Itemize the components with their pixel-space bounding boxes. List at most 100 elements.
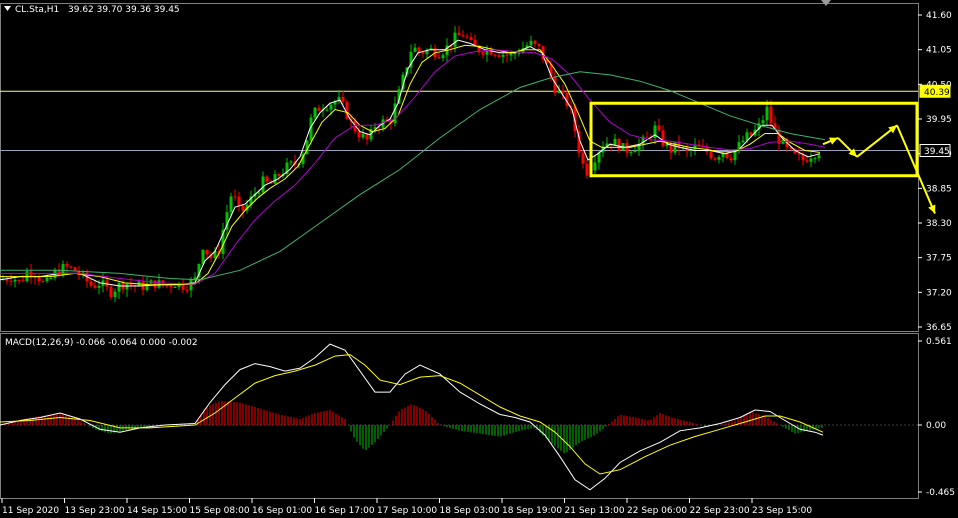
candle-body [581,152,585,164]
candle-body [73,267,77,271]
consolidation-box [589,101,919,178]
candle-body [453,32,457,47]
candle-body [93,285,97,288]
candle-body [493,54,497,56]
candle-body [805,160,809,162]
candle-body [501,54,505,57]
candle-body [497,55,501,57]
candle-body [289,161,293,163]
macd-tick-label: 0.00 [926,421,946,431]
candle-body [117,282,121,292]
macd-label: MACD(12,26,9) -0.066 -0.064 0.000 -0.002 [5,338,198,348]
candle-body [241,205,245,211]
moving-averages [0,39,826,287]
macd-axis: 0.561 0.00 -0.465 [918,337,955,498]
candle-body [129,284,133,286]
range-box [589,101,919,178]
candle-body [229,196,233,213]
candle-body [153,280,157,288]
candle-body [673,141,677,153]
moving-average-line [0,49,826,285]
candle-body [113,291,117,297]
candle-body [97,285,101,288]
x-tick-label: 15 Sep 08:00 [190,506,250,516]
candle-body [765,106,769,121]
candle-body [317,107,321,111]
candle-body [529,40,533,46]
x-tick-label: 11 Sep 2020 [2,506,59,516]
candle-body [205,249,209,255]
candle-body [341,97,345,102]
candle-body [505,54,509,56]
candle-body [465,36,469,38]
candle-body [65,264,69,267]
candle-body [61,264,65,276]
candle-body [561,90,565,93]
candle-body [49,277,53,279]
candle-body [509,53,513,56]
candle-body [37,277,41,282]
y-tick-label: 36.65 [926,323,952,333]
time-axis: 11 Sep 2020 13 Sep 23:00 14 Sep 15:00 15 Se… [1,498,812,516]
candle-body [741,140,745,143]
candle-body [21,280,25,282]
candle-body [645,136,649,138]
candle-body [9,280,13,282]
candle-body [237,196,241,206]
candle-body [417,47,421,53]
candle-body [233,196,237,198]
candle-body [585,163,589,176]
candle-body [713,158,717,160]
chart-canvas: 41.6041.0540.5039.9539.4038.8538.3037.75… [0,0,955,516]
candle-body [273,174,277,184]
price-axis: 41.6041.0540.5039.9539.4038.8538.3037.75… [918,11,952,333]
candle-body [165,285,169,287]
candle-body [125,284,129,290]
x-tick-label: 22 Sep 23:00 [690,506,750,516]
x-tick-label: 18 Sep 03:00 [440,506,500,516]
y-tick-label: 37.20 [926,288,952,298]
candle-body [357,131,361,138]
candle-body [761,120,765,124]
candle-body [441,55,445,59]
moving-average-line [0,44,821,286]
candle-body [421,52,425,55]
candle-body [813,158,817,160]
candle-body [797,153,801,155]
x-tick-label: 17 Sep 10:00 [377,506,437,516]
candle-body [437,56,441,59]
candle-body [169,285,173,288]
candle-body [277,174,281,177]
candle-body [513,53,517,55]
macd-indicator [0,343,918,491]
x-tick-label: 16 Sep 17:00 [315,506,375,516]
candle-body [361,133,365,138]
dropdown-triangle-icon[interactable] [4,6,11,11]
candles [1,25,821,303]
macd-tick-label: 0.561 [926,337,952,347]
candle-body [157,280,161,288]
candle-body [809,158,813,162]
candle-body [325,109,329,111]
candle-body [633,150,637,153]
candle-body [657,125,661,131]
candle-body [617,138,621,151]
y-tick-label: 38.85 [926,184,952,194]
candle-body [537,43,541,47]
candle-body [13,279,17,282]
candle-body [265,176,269,182]
candle-body [661,130,665,146]
candle-body [593,162,597,171]
candle-body [729,158,733,161]
candle-body [457,32,461,36]
candle-body [517,53,521,55]
candle-body [45,277,49,282]
candle-body [185,289,189,291]
macd-tick-label: -0.465 [926,488,955,498]
candle-body [817,155,821,159]
candle-body [481,52,485,55]
candle-body [261,176,265,193]
price-tag-label: 39.45 [924,147,950,157]
candle-body [717,156,721,160]
candle-body [5,279,9,281]
